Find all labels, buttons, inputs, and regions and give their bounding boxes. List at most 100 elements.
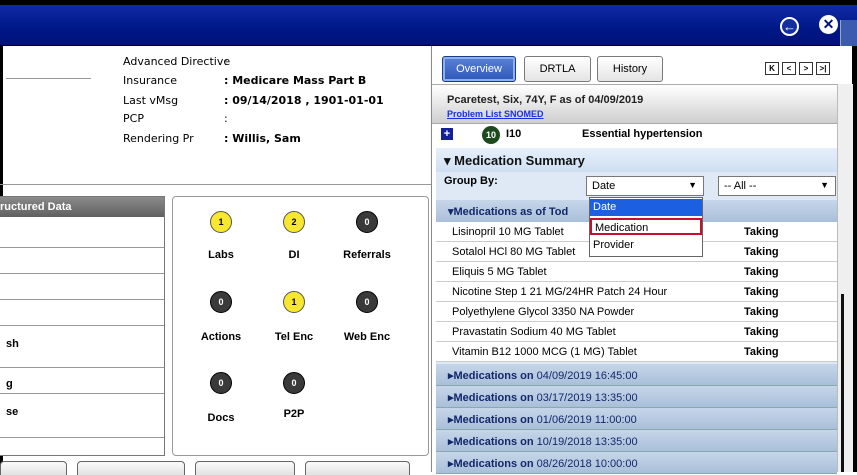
medication-status: Taking [744, 286, 779, 298]
group-by-value: Date [592, 180, 616, 192]
di-count-badge[interactable]: 2 [283, 211, 305, 233]
referrals-count-badge[interactable]: 0 [356, 211, 378, 233]
medication-history-row[interactable]: ▸Medications on 08/26/2018 10:00:00 [436, 452, 837, 474]
advanced-directive-value: : [224, 55, 228, 68]
medication-summary-header[interactable]: ▾ Medication Summary [436, 148, 837, 172]
labs-label[interactable]: Labs [186, 249, 256, 261]
dropdown-option-date[interactable]: Date [590, 199, 702, 216]
tab-drtla[interactable]: DRTLA [524, 56, 591, 82]
structured-data-row[interactable]: g [0, 367, 164, 393]
medication-row[interactable]: Pravastatin Sodium 40 MG Tablet Taking [436, 322, 837, 342]
medication-status: Taking [744, 306, 779, 318]
medication-row[interactable]: Polyethylene Glycol 3350 NA Powder Takin… [436, 302, 837, 322]
problem-description: Essential hypertension [582, 128, 703, 140]
structured-data-row[interactable] [0, 273, 164, 299]
bottom-button[interactable] [77, 461, 185, 475]
structured-data-row[interactable] [0, 437, 164, 455]
structured-data-row[interactable]: sh [0, 325, 164, 367]
expand-plus-icon[interactable]: + [441, 128, 453, 140]
web-enc-count-badge[interactable]: 0 [356, 291, 378, 313]
next-page-button[interactable]: > [799, 62, 813, 75]
docs-count-badge[interactable]: 0 [210, 372, 232, 394]
filter-select[interactable]: -- All -- ▼ [718, 176, 836, 196]
rendering-pr-value: : Willis, Sam [224, 132, 301, 145]
medication-history-row[interactable]: ▸Medications on 10/19/2018 13:35:00 [436, 430, 837, 452]
medication-row[interactable]: Vitamin B12 1000 MCG (1 MG) Tablet Takin… [436, 342, 837, 362]
medication-name: Lisinopril 10 MG Tablet [452, 226, 564, 238]
medication-status: Taking [744, 346, 779, 358]
medication-row[interactable]: Nicotine Step 1 21 MG/24HR Patch 24 Hour… [436, 282, 837, 302]
last-vmsg-label: Last vMsg [123, 94, 179, 107]
medication-name: Polyethylene Glycol 3350 NA Powder [452, 306, 635, 318]
history-prefix: ▸Medications on [448, 458, 534, 470]
medication-name: Vitamin B12 1000 MCG (1 MG) Tablet [452, 346, 637, 358]
problem-code: I10 [506, 128, 522, 140]
history-date: 10/19/2018 13:35:00 [536, 436, 638, 448]
medication-history-row[interactable]: ▸Medications on 04/09/2019 16:45:00 [436, 364, 837, 386]
p2p-label[interactable]: P2P [259, 408, 329, 420]
dropdown-arrow-icon: ▼ [820, 180, 829, 190]
left-divider [0, 184, 431, 185]
history-date: 01/06/2019 11:00:00 [536, 414, 637, 426]
problem-row[interactable]: + 10 I10 Essential hypertension [432, 125, 837, 145]
medication-status: Taking [744, 326, 779, 338]
group-by-dropdown-list: Date Medication Provider [589, 197, 703, 257]
history-prefix: ▸Medications on [448, 414, 534, 426]
history-prefix: ▸Medications on [448, 436, 534, 448]
p2p-count-badge[interactable]: 0 [283, 372, 305, 394]
first-page-button[interactable]: K [765, 62, 779, 75]
vertical-scrollbar[interactable] [837, 84, 853, 472]
history-prefix: ▸Medications on [448, 370, 534, 382]
title-bar: ← ✕ [0, 0, 857, 46]
title-bar-inner [0, 5, 857, 45]
tel-enc-count-badge[interactable]: 1 [283, 291, 305, 313]
structured-data-row[interactable]: se [0, 393, 164, 419]
structured-data-row[interactable] [0, 299, 164, 325]
web-enc-label[interactable]: Web Enc [332, 331, 402, 343]
bottom-button[interactable] [195, 461, 295, 475]
actions-label[interactable]: Actions [186, 331, 256, 343]
back-arrow-icon[interactable]: ← [780, 17, 799, 36]
group-by-label: Group By: [444, 175, 498, 187]
medication-status: Taking [744, 246, 779, 258]
tab-overview[interactable]: Overview [442, 56, 516, 82]
problem-count-badge: 10 [482, 126, 500, 144]
filter-value: -- All -- [724, 180, 757, 192]
structured-data-row[interactable] [0, 247, 164, 273]
referrals-label[interactable]: Referrals [332, 249, 402, 261]
dropdown-option-medication[interactable]: Medication [590, 218, 702, 235]
tab-history[interactable]: History [597, 56, 663, 82]
last-vmsg-value: : 09/14/2018 , 1901-01-01 [224, 94, 384, 107]
close-icon[interactable]: ✕ [819, 15, 838, 34]
dropdown-option-provider[interactable]: Provider [590, 237, 702, 254]
problem-list-link[interactable]: Problem List SNOMED [447, 109, 544, 119]
summary-icon-panel: 1 Labs 2 DI 0 Referrals 0 Actions 1 Tel … [172, 196, 429, 456]
last-page-button[interactable]: >| [816, 62, 830, 75]
medication-history-row[interactable]: ▸Medications on 01/06/2019 11:00:00 [436, 408, 837, 430]
history-date: 04/09/2019 16:45:00 [536, 370, 638, 382]
scrollbar-thumb[interactable] [841, 294, 844, 472]
previous-page-button[interactable]: < [782, 62, 796, 75]
history-date: 08/26/2018 10:00:00 [536, 458, 638, 470]
bottom-button[interactable] [305, 461, 410, 475]
insurance-value: : Medicare Mass Part B [224, 74, 367, 87]
labs-count-badge[interactable]: 1 [210, 211, 232, 233]
group-by-select[interactable]: Date ▼ [586, 176, 704, 196]
medication-row[interactable]: Eliquis 5 MG Tablet Taking [436, 262, 837, 282]
medication-name: Eliquis 5 MG Tablet [452, 266, 547, 278]
di-label[interactable]: DI [259, 249, 329, 261]
dropdown-arrow-icon: ▼ [688, 180, 697, 190]
medication-name: Pravastatin Sodium 40 MG Tablet [452, 326, 616, 338]
tel-enc-label[interactable]: Tel Enc [259, 331, 329, 343]
structured-data-panel: ructured Data sh g se [0, 196, 165, 456]
actions-count-badge[interactable]: 0 [210, 291, 232, 313]
rendering-pr-label: Rendering Pr [123, 132, 194, 145]
medication-name: Nicotine Step 1 21 MG/24HR Patch 24 Hour [452, 286, 668, 298]
insurance-label: Insurance [123, 74, 177, 87]
docs-label[interactable]: Docs [186, 412, 256, 424]
structured-data-header: ructured Data [0, 197, 164, 217]
patient-summary-line: Pcaretest, Six, 74Y, F as of 04/09/2019 [447, 94, 644, 106]
bottom-button[interactable] [0, 461, 67, 475]
patient-header: Pcaretest, Six, 74Y, F as of 04/09/2019 … [432, 84, 837, 124]
medication-history-row[interactable]: ▸Medications on 03/17/2019 13:35:00 [436, 386, 837, 408]
